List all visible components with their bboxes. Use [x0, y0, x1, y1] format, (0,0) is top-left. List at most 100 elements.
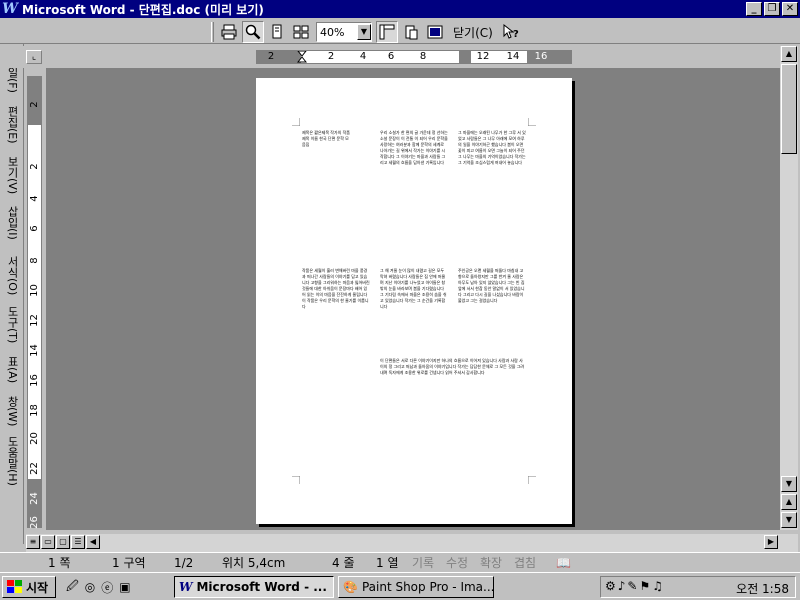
- minimize-button[interactable]: _: [746, 2, 762, 16]
- outline-view-icon[interactable]: ☰: [71, 535, 85, 549]
- view-ruler-icon[interactable]: [376, 21, 398, 43]
- taskbar-item-word[interactable]: W Microsoft Word - ...: [174, 576, 334, 598]
- ruler-label: 16: [29, 374, 40, 387]
- menu-format[interactable]: 서식(O): [4, 256, 20, 295]
- zoom-select[interactable]: 40% ▼: [316, 22, 372, 42]
- ruler-label: 16: [534, 51, 548, 62]
- desktop-icon[interactable]: 🖉: [66, 577, 79, 598]
- ruler-column-gap: [459, 51, 471, 63]
- text-block: 작품은 세월이 흘러 변해버린 마을 풍경과 떠나간 사람들의 이야기를 담고 …: [302, 268, 370, 309]
- print-preview-toolbar: 40% ▼ 닫기(C) ?: [208, 20, 523, 44]
- zoom-value: 40%: [320, 25, 345, 39]
- next-page-button[interactable]: ▼: [781, 512, 797, 528]
- menu-view[interactable]: 보기(V): [4, 156, 20, 194]
- text-block: 이 단편들은 서로 다른 이야기이지만 하나의 흐름으로 이어져 있습니다 사람…: [380, 358, 525, 375]
- shrink-to-fit-icon[interactable]: [400, 21, 422, 43]
- restore-button[interactable]: ❐: [764, 2, 780, 16]
- multiple-pages-icon[interactable]: [290, 21, 312, 43]
- menu-insert[interactable]: 삽입(I): [4, 206, 20, 240]
- window-title: Microsoft Word - 단편집.doc (미리 보기): [22, 2, 264, 17]
- previous-page-button[interactable]: ▲: [781, 494, 797, 510]
- horizontal-ruler[interactable]: 2 2 4 6 8 12 14 16: [256, 50, 572, 64]
- status-rec[interactable]: 기록: [412, 555, 434, 571]
- menu-window[interactable]: 창(W): [4, 396, 20, 426]
- scroll-right-button[interactable]: ▶: [764, 535, 778, 549]
- title-bar[interactable]: W Microsoft Word - 단편집.doc (미리 보기) _ ❐ ✕: [0, 0, 800, 18]
- menu-tools[interactable]: 도구(T): [4, 306, 20, 343]
- horizontal-ruler-area: ⌞ 2 2 4 6 8 12 14 16: [0, 46, 800, 68]
- spelling-status-icon[interactable]: 📖: [556, 555, 571, 571]
- task-label: Microsoft Word - ...: [196, 580, 327, 594]
- ruler-margin-right: [527, 51, 571, 63]
- ruler-label: 8: [29, 257, 40, 264]
- word-logo-icon: W: [2, 1, 18, 17]
- status-column: 1 열: [376, 556, 399, 570]
- ruler-label: 2: [327, 51, 335, 62]
- text-block: 그 마을에는 오래된 나무가 한 그루 서 있었고 사람들은 그 나무 아래에 …: [458, 130, 526, 165]
- vertical-ruler[interactable]: 2 2 4 6 8 10 12 14 16 18 20 22 24 26: [27, 76, 42, 529]
- svg-text:?: ?: [513, 29, 519, 40]
- crop-mark-icon: [528, 476, 536, 484]
- status-trk[interactable]: 수정: [446, 555, 468, 571]
- taskbar-item-paintshop[interactable]: 🎨 Paint Shop Pro - Ima...: [338, 576, 494, 598]
- ruler-label: 2: [29, 101, 40, 108]
- scroll-up-button[interactable]: ▲: [781, 46, 797, 62]
- ruler-label: 4: [359, 51, 367, 62]
- vertical-menu-bar: 파일(F) 편집(E) 보기(V) 삽입(I) 서식(O) 도구(T) 표(A)…: [0, 44, 24, 544]
- ruler-label: 2: [29, 163, 40, 170]
- task-label: Paint Shop Pro - Ima...: [361, 580, 494, 594]
- ruler-label: 22: [29, 462, 40, 475]
- paintshop-icon: 🎨: [343, 580, 358, 594]
- horizontal-scrollbar[interactable]: ≡ ▭ ▢ ☰ ◀ ▶: [26, 534, 798, 552]
- menu-help[interactable]: 도움말(H): [4, 436, 20, 486]
- start-label: 시작: [26, 580, 49, 595]
- print-icon[interactable]: [218, 21, 240, 43]
- status-line: 4 줄: [332, 556, 355, 570]
- web-view-icon[interactable]: ▭: [41, 535, 55, 549]
- ruler-label: 12: [29, 314, 40, 327]
- magnifier-icon[interactable]: [242, 21, 264, 43]
- crop-mark-icon: [292, 476, 300, 484]
- ruler-label: 24: [29, 492, 40, 505]
- menu-edit[interactable]: 편집(E): [4, 106, 20, 144]
- chevron-down-icon[interactable]: ▼: [357, 24, 371, 40]
- scroll-thumb[interactable]: [781, 64, 797, 154]
- channels-icon[interactable]: ▣: [119, 580, 130, 594]
- status-page: 1 쪽: [48, 556, 71, 570]
- preview-workspace[interactable]: 제목은 짧은제목 작가의 작품 제목 이름 한국 단편 문학 모음집 우리 소설…: [46, 68, 780, 530]
- vertical-scrollbar[interactable]: ▲ ▼ ▲ ▼: [780, 46, 798, 530]
- status-position: 위치 5,4cm: [222, 556, 286, 570]
- ruler-label: 10: [29, 284, 40, 297]
- preview-page[interactable]: 제목은 짧은제목 작가의 작품 제목 이름 한국 단편 문학 모음집 우리 소설…: [256, 78, 572, 524]
- outlook-icon[interactable]: ◎: [85, 580, 95, 594]
- full-screen-icon[interactable]: [424, 21, 446, 43]
- tab-selector-icon[interactable]: ⌞: [26, 50, 42, 64]
- text-block: 우리 소설가 한 편의 글 가운데 정 선하는 소설 문장이 이 전통 이 되어…: [380, 130, 448, 165]
- indent-marker-icon[interactable]: [297, 51, 307, 64]
- menu-table[interactable]: 표(A): [4, 356, 20, 383]
- text-block: 제목은 짧은제목 작가의 작품 제목 이름 한국 단편 문학 모음집: [302, 130, 350, 147]
- close-preview-button[interactable]: 닫기(C): [449, 22, 497, 42]
- status-ovr[interactable]: 겹침: [514, 555, 536, 571]
- clock: 오전 1:58: [736, 582, 789, 596]
- scroll-down-button[interactable]: ▼: [781, 476, 797, 492]
- context-help-icon[interactable]: ?: [500, 21, 522, 43]
- scroll-left-button[interactable]: ◀: [86, 535, 100, 549]
- ruler-label: 12: [476, 51, 490, 62]
- page-view-icon[interactable]: ▢: [56, 535, 70, 549]
- status-ext[interactable]: 확장: [480, 555, 502, 571]
- status-page-of: 1/2: [174, 556, 194, 570]
- windows-logo-icon: [7, 580, 22, 593]
- close-button[interactable]: ✕: [782, 2, 798, 16]
- one-page-icon[interactable]: [266, 21, 288, 43]
- ruler-label: 4: [29, 195, 40, 202]
- normal-view-icon[interactable]: ≡: [26, 535, 40, 549]
- ruler-label: 26: [29, 516, 40, 529]
- start-button[interactable]: 시작: [2, 576, 56, 598]
- ruler-label: 18: [29, 404, 40, 417]
- tray-icons[interactable]: ⚙♪✎⚑♫: [605, 579, 665, 593]
- ie-icon[interactable]: ⓔ: [101, 579, 113, 596]
- status-bar: 1 쪽 1 구역 1/2 위치 5,4cm 4 줄 1 열 기록 수정 확장 겹…: [0, 552, 800, 572]
- word-icon: W: [179, 580, 193, 594]
- toolbar-grip[interactable]: [211, 22, 214, 42]
